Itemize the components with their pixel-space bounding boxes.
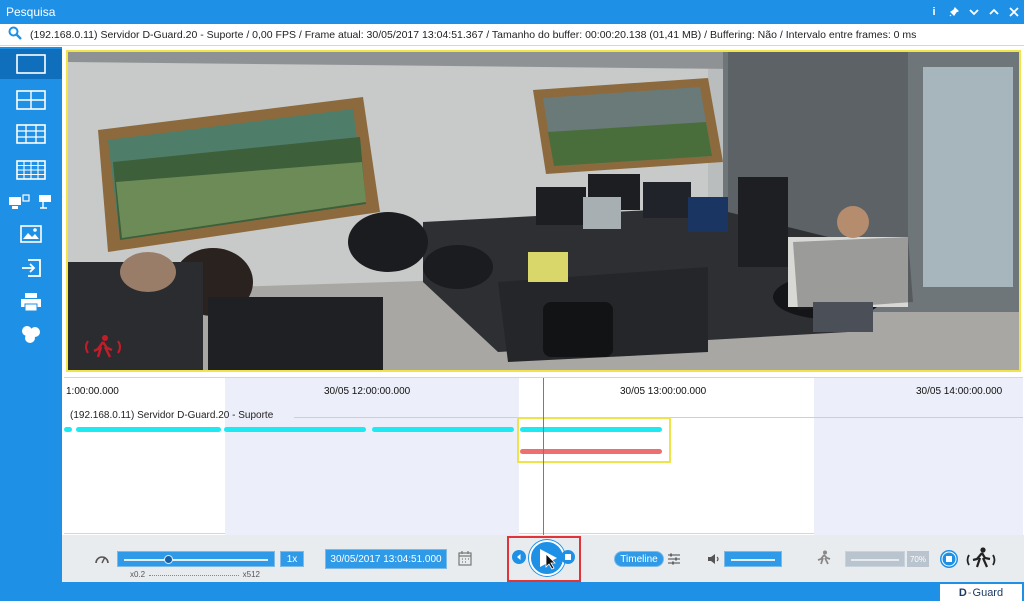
- motion-sensitivity-icon[interactable]: [815, 550, 833, 569]
- dguard-logo: D - Guard: [940, 584, 1022, 601]
- camera-frame-image: [68, 52, 1019, 370]
- play-button[interactable]: [529, 540, 565, 576]
- window-title: Pesquisa: [6, 5, 56, 19]
- play-icon: [540, 549, 557, 570]
- network-cameras-icon: [9, 194, 51, 209]
- brand-dash: -: [967, 586, 972, 599]
- step-back-button[interactable]: [512, 550, 526, 564]
- layout-2x2-button[interactable]: [0, 85, 62, 115]
- speed-slider-handle[interactable]: [164, 555, 173, 564]
- step-back-icon: [517, 554, 521, 560]
- recording-segment[interactable]: [76, 427, 221, 432]
- speed-slider[interactable]: [117, 551, 275, 567]
- export-button[interactable]: [0, 253, 62, 283]
- recording-segment[interactable]: [372, 427, 514, 432]
- left-toolbar: [0, 47, 62, 582]
- search-icon[interactable]: [8, 26, 22, 43]
- speed-range-labels: x0.2 x512: [130, 570, 260, 579]
- print-icon: [21, 293, 41, 312]
- layout-1x1-button[interactable]: [0, 49, 62, 79]
- stop-icon: [940, 550, 958, 568]
- speed-max-label: x512: [242, 570, 260, 579]
- recording-segment[interactable]: [64, 427, 72, 432]
- calendar-icon[interactable]: [458, 550, 472, 569]
- layout-4x4-button[interactable]: [0, 155, 62, 185]
- timeline-selection-highlight: [517, 417, 671, 463]
- snapshot-image-icon: [20, 225, 42, 243]
- recording-segment[interactable]: [224, 427, 366, 432]
- speed-multiplier-button[interactable]: 1x: [280, 551, 304, 567]
- step-forward-button[interactable]: [561, 550, 575, 564]
- timeline-playhead[interactable]: [543, 378, 544, 535]
- layout-1x1-icon: [16, 54, 46, 74]
- layout-2x2-icon: [16, 90, 46, 110]
- maximize-icon[interactable]: [984, 2, 1004, 22]
- window-title-bar: Pesquisa i: [0, 0, 1024, 24]
- stream-info-text: (192.168.0.11) Servidor D-Guard.20 - Sup…: [30, 28, 917, 41]
- clips-icon: [22, 326, 40, 343]
- clips-button[interactable]: [0, 319, 62, 349]
- pin-icon[interactable]: [944, 2, 964, 22]
- volume-slider[interactable]: [724, 551, 782, 567]
- info-icon[interactable]: i: [924, 2, 944, 22]
- timeline-panel[interactable]: 1:00:00.000 30/05 12:00:00.000 30/05 13:…: [64, 377, 1023, 535]
- status-bar: D - Guard: [0, 582, 1024, 601]
- timeline-hour-band: [225, 378, 519, 535]
- timeline-channel-label: (192.168.0.11) Servidor D-Guard.20 - Sup…: [70, 410, 274, 421]
- motion-detection-icon[interactable]: [966, 546, 996, 573]
- timeline-tick: 30/05 14:00:00.000: [916, 386, 1003, 397]
- network-cameras-button[interactable]: [0, 187, 62, 217]
- volume-icon[interactable]: [707, 552, 721, 569]
- step-forward-icon: [565, 554, 571, 560]
- stop-button[interactable]: [939, 549, 959, 572]
- brand-d: D: [958, 586, 967, 599]
- camera-video-view[interactable]: [66, 50, 1021, 372]
- timeline-tick: 30/05 12:00:00.000: [324, 386, 411, 397]
- layout-3x3-button[interactable]: [0, 119, 62, 149]
- motion-sensitivity-slider[interactable]: [845, 551, 905, 567]
- timeline-hour-band: [814, 378, 1023, 535]
- motion-sensitivity-value: 70%: [907, 551, 929, 567]
- close-icon[interactable]: [1004, 2, 1024, 22]
- snapshot-image-button[interactable]: [0, 219, 62, 249]
- timeline-toggle-button[interactable]: Timeline: [614, 551, 664, 567]
- timeline-settings-icon[interactable]: [667, 552, 681, 569]
- brand-guard: Guard: [972, 586, 1004, 599]
- stream-info-bar: (192.168.0.11) Servidor D-Guard.20 - Sup…: [0, 24, 1024, 46]
- timeline-tick: 1:00:00.000: [66, 386, 119, 397]
- minimize-icon[interactable]: [964, 2, 984, 22]
- layout-4x4-icon: [16, 160, 46, 180]
- export-icon: [22, 259, 41, 277]
- timeline-tick: 30/05 13:00:00.000: [620, 386, 707, 397]
- print-button[interactable]: [0, 287, 62, 317]
- layout-3x3-icon: [16, 124, 46, 144]
- speed-gauge-icon: [94, 552, 110, 567]
- speed-min-label: x0.2: [130, 570, 146, 579]
- playback-controls: x0.2 x512 1x 30/05/2017 13:04:51.000 Tim…: [62, 535, 1024, 582]
- current-datetime-field[interactable]: 30/05/2017 13:04:51.000: [325, 549, 447, 569]
